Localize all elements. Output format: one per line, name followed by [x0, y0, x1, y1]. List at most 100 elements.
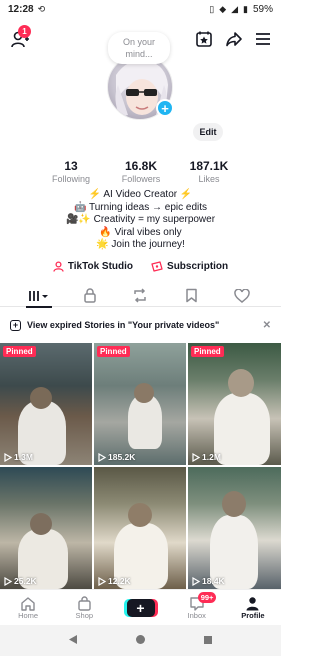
- play-icon: [4, 576, 12, 586]
- note-placeholder: On your mind...: [122, 37, 155, 59]
- close-icon[interactable]: ✕: [263, 320, 271, 331]
- vibrate-icon: ▯: [209, 3, 215, 14]
- view-count: 1.3M: [4, 452, 33, 462]
- nav-home-label: Home: [18, 611, 39, 620]
- person-icon: [53, 261, 64, 272]
- view-count-value: 18.4K: [202, 576, 225, 586]
- video-thumbnail[interactable]: 12.2K: [94, 467, 186, 589]
- bottom-navigation: Home Shop + Inbox 99+ Profile: [0, 589, 281, 625]
- calendar-star-button[interactable]: [195, 30, 213, 53]
- followers-count: 16.8K: [124, 159, 158, 173]
- home-system-button[interactable]: [135, 632, 146, 650]
- profile-links: TikTok Studio Subscription: [0, 261, 281, 272]
- back-button[interactable]: [68, 632, 78, 650]
- battery-icon: ▮: [243, 3, 248, 14]
- following-label: Following: [51, 174, 91, 184]
- home-icon: [21, 596, 35, 611]
- grid-bars-icon: [29, 290, 49, 301]
- add-story-button[interactable]: +: [156, 99, 174, 117]
- view-count: 12.2K: [98, 576, 131, 586]
- system-navigation-bar: [0, 625, 281, 656]
- shopping-bag-icon: [78, 595, 91, 611]
- view-count-value: 1.3M: [14, 452, 33, 462]
- video-thumbnail[interactable]: 25.2K: [0, 467, 92, 589]
- thumbnail-head: [222, 491, 246, 517]
- bookmark-icon: [185, 288, 197, 303]
- view-count: 25.2K: [4, 576, 37, 586]
- video-grid: Pinned 1.3M Pinned 185.2K Pinned 1.2M 25…: [0, 343, 281, 589]
- heart-icon: [233, 288, 250, 303]
- nav-inbox[interactable]: Inbox 99+: [169, 590, 225, 625]
- share-button[interactable]: [225, 30, 243, 53]
- recents-button[interactable]: [203, 632, 213, 650]
- view-count-value: 1.2M: [202, 452, 221, 462]
- recents-square-icon: [203, 635, 212, 644]
- edit-profile-button[interactable]: Edit: [193, 123, 223, 141]
- nav-inbox-label: Inbox: [187, 611, 206, 620]
- notification-badge: 1: [18, 25, 31, 38]
- battery-percent: 59%: [252, 3, 273, 15]
- play-icon: [192, 576, 200, 586]
- tab-reposts[interactable]: [125, 285, 155, 307]
- bio-line: 🌟 Join the journey!: [96, 239, 185, 250]
- home-circle-icon: [135, 634, 145, 644]
- menu-button[interactable]: [255, 30, 271, 53]
- profile-icon: [246, 596, 259, 610]
- pinned-badge: Pinned: [3, 346, 36, 357]
- expired-stories-notice[interactable]: + View expired Stories in "Your private …: [0, 314, 281, 336]
- view-count: 1.2M: [192, 452, 221, 462]
- calendar-star-icon: [196, 31, 212, 47]
- video-thumbnail[interactable]: Pinned 1.2M: [188, 343, 281, 465]
- video-thumbnail[interactable]: Pinned 1.3M: [0, 343, 92, 465]
- nav-shop-label: Shop: [75, 611, 94, 620]
- note-bubble[interactable]: On your mind...: [108, 32, 170, 64]
- ticket-icon: [151, 261, 163, 272]
- stat-followers[interactable]: 16.8K Followers: [118, 159, 164, 184]
- play-icon: [4, 452, 12, 462]
- repost-icon: [134, 288, 147, 303]
- subscription-label: Subscription: [167, 261, 229, 272]
- tiktok-studio-link[interactable]: TikTok Studio: [53, 261, 133, 272]
- tab-favorites[interactable]: [176, 285, 206, 307]
- view-count: 185.2K: [98, 452, 135, 462]
- pinned-badge: Pinned: [191, 346, 224, 357]
- likes-label: Likes: [198, 174, 220, 184]
- play-icon: [192, 452, 200, 462]
- video-thumbnail[interactable]: Pinned 185.2K: [94, 343, 186, 465]
- thumbnail-head: [134, 383, 154, 403]
- likes-count: 187.1K: [189, 159, 229, 173]
- thumbnail-figure: [128, 395, 162, 449]
- view-count-value: 12.2K: [108, 576, 131, 586]
- add-story-icon: +: [10, 319, 21, 331]
- view-count: 18.4K: [192, 576, 225, 586]
- status-bar: 12:28 ⟲ ▯ ◆ ◢ ▮ 59%: [0, 0, 281, 18]
- nav-shop[interactable]: Shop: [56, 590, 112, 625]
- signal-icon: ◢: [231, 3, 239, 14]
- nav-profile[interactable]: Profile: [225, 590, 281, 625]
- lock-icon: [84, 288, 96, 303]
- bio-line: 🤖 Turning ideas → epic edits: [73, 201, 208, 213]
- nav-home[interactable]: Home: [0, 590, 56, 625]
- tab-videos[interactable]: [24, 285, 54, 308]
- stat-following[interactable]: 13 Following: [50, 159, 92, 184]
- thumbnail-head: [30, 513, 52, 535]
- create-button[interactable]: +: [126, 598, 155, 617]
- play-icon: [98, 576, 106, 586]
- play-icon: [98, 452, 106, 462]
- tiktok-studio-label: TikTok Studio: [67, 261, 134, 272]
- hamburger-menu-icon: [256, 33, 270, 45]
- tab-liked[interactable]: [227, 285, 257, 307]
- thumbnail-head: [30, 387, 52, 409]
- plus-icon: +: [136, 599, 145, 616]
- tab-private[interactable]: [75, 285, 105, 307]
- subscription-link[interactable]: Subscription: [151, 261, 228, 272]
- view-count-value: 25.2K: [14, 576, 37, 586]
- thumbnail-head: [228, 369, 254, 397]
- bio-line: 🎥✨ Creativity = my superpower: [65, 214, 216, 225]
- nav-create[interactable]: +: [112, 590, 168, 625]
- video-thumbnail[interactable]: 18.4K: [188, 467, 281, 589]
- stat-likes[interactable]: 187.1K Likes: [186, 159, 232, 184]
- status-time: 12:28: [8, 3, 34, 15]
- bio-line: 🔥 Viral vibes only: [99, 226, 182, 238]
- back-triangle-icon: [69, 634, 78, 644]
